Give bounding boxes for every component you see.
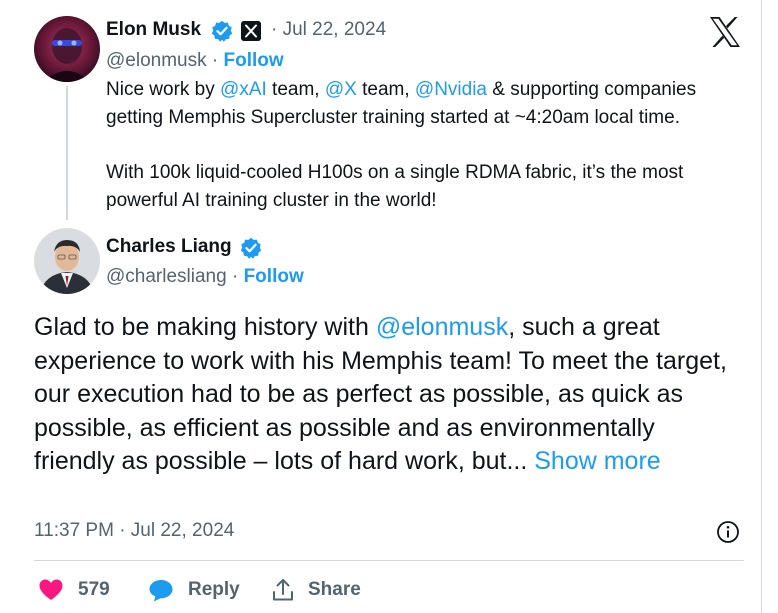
quoted-tweet-date[interactable]: · Jul 22, 2024	[271, 19, 386, 41]
verified-badge-icon	[240, 237, 262, 259]
x-logo-icon[interactable]	[707, 14, 743, 50]
reply-author-handle[interactable]: @charlesliang	[106, 266, 227, 287]
reply-label: Reply	[188, 579, 240, 600]
share-label: Share	[308, 579, 361, 600]
quoted-paragraph-2: With 100k liquid-cooled H100s on a singl…	[106, 162, 684, 211]
elon-musk-avatar[interactable]	[34, 16, 100, 82]
quoted-author-handle[interactable]: @elonmusk	[106, 50, 207, 71]
mention-elonmusk[interactable]: @elonmusk	[376, 313, 508, 341]
embedded-tweet-card: Elon Musk · Jul 22, 2024 @elonmusk · Fol…	[0, 0, 762, 613]
quoted-handle-row: @elonmusk · Follow	[106, 50, 284, 72]
reply-handle-row: @charlesliang · Follow	[106, 266, 304, 288]
quoted-tweet-text: Nice work by @xAI team, @X team, @Nvidia…	[106, 76, 746, 215]
reply-bubble-icon	[149, 580, 173, 602]
text-span: Nice work by	[106, 79, 221, 100]
mention-xai[interactable]: @xAI	[220, 79, 267, 100]
mention-x[interactable]: @X	[325, 79, 357, 100]
reply-author-name[interactable]: Charles Liang	[106, 236, 232, 258]
actions-divider	[34, 560, 744, 561]
separator-dot: ·	[231, 266, 239, 287]
follow-charlesliang-button[interactable]: Follow	[244, 266, 304, 287]
like-count: 579	[78, 579, 110, 600]
separator-dot: ·	[211, 50, 219, 71]
reply-tweet-text: Glad to be making history with @elonmusk…	[34, 311, 740, 479]
quoted-author-name[interactable]: Elon Musk	[106, 19, 201, 41]
like-button[interactable]: 579	[38, 576, 110, 604]
tweet-timestamp[interactable]: 11:37 PM · Jul 22, 2024	[34, 520, 234, 542]
heart-icon	[39, 579, 63, 600]
text-span: team,	[266, 79, 325, 100]
reply-button[interactable]: Reply	[148, 576, 240, 604]
text-span: team,	[356, 79, 415, 100]
quoted-paragraph-1: Nice work by @xAI team, @X team, @Nvidia…	[106, 76, 746, 132]
follow-elonmusk-button[interactable]: Follow	[224, 50, 284, 71]
verified-badge-icon	[211, 20, 233, 42]
share-icon	[273, 579, 293, 601]
share-button[interactable]: Share	[272, 576, 361, 604]
x-affiliate-badge-icon	[241, 21, 261, 41]
mention-nvidia[interactable]: @Nvidia	[415, 79, 487, 100]
charles-liang-avatar[interactable]	[34, 228, 100, 294]
show-more-link[interactable]: Show more	[534, 447, 660, 475]
info-icon[interactable]	[716, 520, 740, 544]
thread-connector-line	[66, 86, 68, 220]
text-span: Glad to be making history with	[34, 313, 376, 341]
